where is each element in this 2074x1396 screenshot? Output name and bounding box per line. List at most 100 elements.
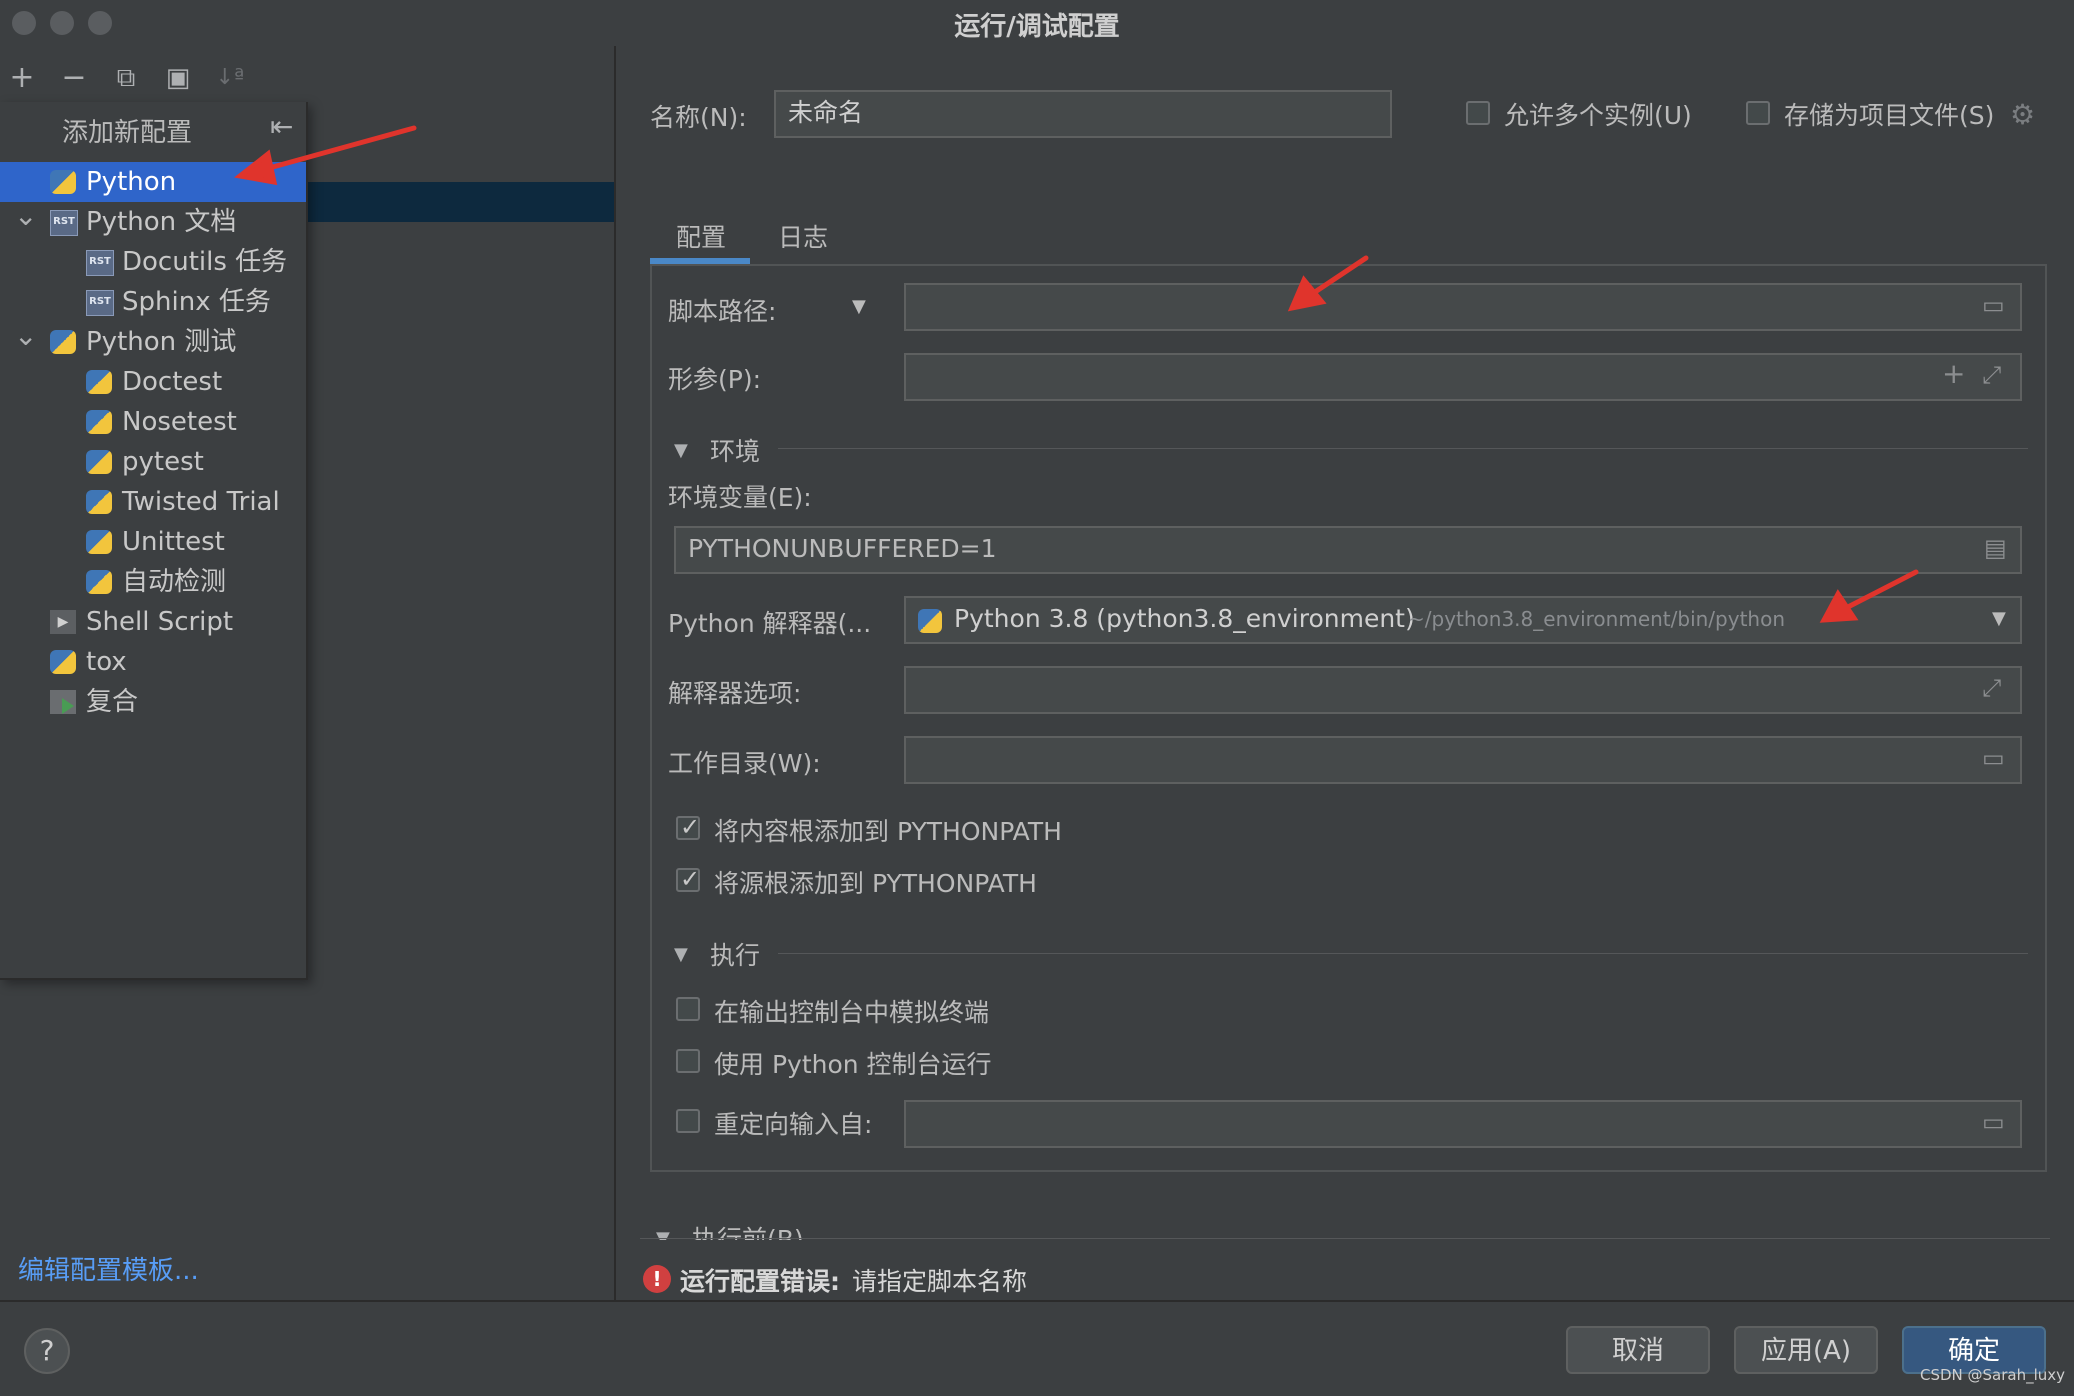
before-launch-section: ▼ 执行前(B) (640, 1210, 2050, 1240)
execution-section-title: 执行 (710, 941, 761, 970)
working-directory-field[interactable]: ▭ (904, 736, 2022, 784)
config-type-item[interactable]: ▶ Shell Script (0, 602, 306, 642)
config-type-item[interactable]: pytest (0, 442, 306, 482)
chevron-down-icon[interactable]: ▼ (1992, 608, 2006, 629)
redirect-input-checkbox[interactable] (676, 1109, 700, 1133)
expand-icon[interactable]: ⤢ (1982, 361, 2001, 389)
edit-env-vars-icon[interactable]: ▤ (1984, 534, 2007, 562)
rst-icon: RST (86, 250, 114, 276)
config-type-label: Nosetest (122, 407, 237, 437)
script-path-label: 脚本路径: (668, 297, 777, 326)
error-message: 请指定脚本名称 (852, 1267, 1028, 1296)
apply-button[interactable]: 应用(A) (1734, 1326, 1878, 1374)
python-icon (50, 170, 76, 194)
config-type-item[interactable]: Unittest (0, 522, 306, 562)
environment-collapse-icon[interactable]: ▼ (674, 440, 688, 461)
python-test-icon (86, 410, 112, 434)
cancel-button[interactable]: 取消 (1566, 1326, 1710, 1374)
add-content-roots-checkbox[interactable] (676, 813, 700, 841)
config-type-item[interactable]: Twisted Trial (0, 482, 306, 522)
allow-multiple-label: 允许多个实例(U) (1504, 101, 1692, 130)
config-type-item[interactable]: Doctest (0, 362, 306, 402)
redirect-input-field[interactable]: ▭ (904, 1100, 2022, 1148)
script-type-dropdown-icon[interactable]: ▼ (852, 296, 866, 317)
expand-icon[interactable]: ⤢ (1982, 674, 2001, 702)
store-project-file-label: 存储为项目文件(S) (1784, 101, 1995, 130)
python-test-icon (86, 450, 112, 474)
store-project-file-checkbox[interactable] (1746, 101, 1770, 125)
interpreter-select[interactable]: Python 3.8 (python3.8_environment) ~/pyt… (904, 596, 2022, 644)
python-test-icon (86, 370, 112, 394)
add-content-roots-label: 将内容根添加到 PYTHONPATH (714, 817, 1062, 846)
config-type-item[interactable]: Nosetest (0, 402, 306, 442)
add-new-config-popup: 添加新配置 ⇤ Python ⌄ RST Python 文档 RST Docutils 任… (0, 102, 308, 980)
execution-collapse-icon[interactable]: ▼ (674, 944, 688, 965)
interpreter-value: Python 3.8 (python3.8_environment) (954, 604, 1415, 633)
config-type-label: Unittest (122, 527, 225, 557)
config-type-item[interactable]: RST Docutils 任务 (0, 242, 306, 282)
environment-section-title: 环境 (710, 437, 761, 466)
allow-multiple-checkbox[interactable] (1466, 101, 1490, 125)
python-icon (50, 650, 76, 674)
parameters-label: 形参(P): (668, 365, 762, 394)
python-test-icon (86, 530, 112, 554)
shell-icon: ▶ (50, 610, 76, 634)
config-type-item[interactable]: 自动检测 (0, 562, 306, 602)
python-test-icon (86, 570, 112, 594)
env-vars-label: 环境变量(E): (668, 483, 812, 512)
chevron-down-icon[interactable]: ⌄ (14, 316, 37, 356)
environment-divider (778, 448, 2028, 449)
script-path-field[interactable]: ▭ (904, 283, 2022, 331)
browse-folder-icon[interactable]: ▭ (1982, 291, 2005, 319)
interpreter-options-field[interactable]: ⤢ (904, 666, 2022, 714)
name-label: 名称(N): (650, 103, 747, 132)
edit-config-templates-link[interactable]: 编辑配置模板... (18, 1250, 199, 1287)
config-type-item[interactable]: ⌄ Python 测试 (0, 319, 306, 362)
chevron-down-icon[interactable]: ⌄ (14, 196, 37, 236)
redirect-input-label: 重定向输入自: (714, 1110, 873, 1139)
popup-title: 添加新配置 (62, 118, 193, 148)
tab-configuration[interactable]: 配置 (676, 218, 726, 254)
config-type-label: Sphinx 任务 (122, 287, 271, 317)
python-test-icon (50, 330, 76, 354)
gear-icon[interactable]: ⚙ (2010, 98, 2035, 131)
config-type-label: 自动检测 (122, 567, 227, 597)
tab-logs[interactable]: 日志 (778, 218, 828, 254)
config-type-item[interactable]: Python (0, 162, 306, 202)
config-type-item[interactable]: tox (0, 642, 306, 682)
rst-icon: RST (86, 290, 114, 316)
interpreter-path: ~/python3.8_environment/bin/python (1408, 607, 1786, 631)
config-type-item[interactable]: 复合 (0, 682, 306, 722)
env-vars-field[interactable]: PYTHONUNBUFFERED=1 ▤ (674, 526, 2022, 574)
env-vars-value: PYTHONUNBUFFERED=1 (688, 534, 997, 563)
browse-folder-icon[interactable]: ▭ (1982, 744, 2005, 772)
name-value: 未命名 (788, 98, 864, 127)
add-config-button[interactable]: + (2, 58, 42, 98)
add-source-roots-checkbox[interactable] (676, 865, 700, 893)
before-launch-title: 执行前(B) (692, 1225, 804, 1240)
emulate-terminal-checkbox[interactable] (676, 997, 700, 1021)
run-with-console-label: 使用 Python 控制台运行 (714, 1050, 992, 1079)
sort-icon[interactable]: ↓ª (210, 58, 250, 98)
emulate-terminal-label: 在输出控制台中模拟终端 (714, 998, 990, 1027)
config-type-item[interactable]: RST Sphinx 任务 (0, 282, 306, 322)
execution-divider (778, 953, 2028, 954)
copy-config-button[interactable]: ⧉ (106, 58, 146, 98)
plus-icon[interactable]: + (1942, 357, 1965, 390)
browse-folder-icon[interactable]: ▭ (1982, 1108, 2005, 1136)
window-title: 运行/调试配置 (954, 12, 1120, 42)
config-type-label: 复合 (86, 687, 139, 717)
parameters-field[interactable]: + ⤢ (904, 353, 2022, 401)
name-field[interactable]: 未命名 (774, 90, 1392, 138)
popup-header: 添加新配置 ⇤ (0, 102, 306, 152)
python-icon (918, 609, 942, 633)
folder-icon[interactable]: ▣ (158, 58, 198, 98)
collapse-all-icon[interactable]: ⇤ (270, 110, 293, 143)
run-with-console-checkbox[interactable] (676, 1049, 700, 1073)
remove-config-button[interactable]: − (54, 58, 94, 98)
error-prefix: 运行配置错误: (680, 1267, 840, 1296)
config-type-label: pytest (122, 447, 204, 477)
help-button[interactable]: ? (24, 1328, 70, 1374)
config-type-item[interactable]: ⌄ RST Python 文档 (0, 199, 306, 242)
config-type-label: Twisted Trial (122, 487, 280, 517)
